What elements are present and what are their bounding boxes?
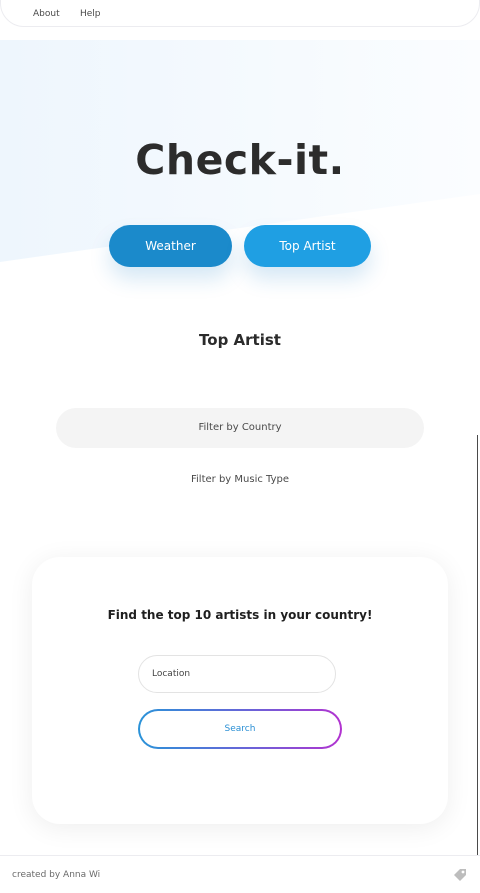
location-input[interactable]	[138, 655, 336, 693]
page-title: Check-it.	[135, 136, 345, 184]
card-heading: Find the top 10 artists in your country!	[107, 608, 373, 622]
top-artist-button[interactable]: Top Artist	[244, 225, 371, 267]
search-button-border[interactable]: Search	[138, 709, 342, 749]
search-card: Find the top 10 artists in your country!…	[32, 557, 448, 824]
nav-link-about[interactable]: About	[33, 9, 60, 19]
filter-by-country-tab[interactable]: Filter by Country	[56, 408, 424, 448]
search-button[interactable]: Search	[140, 711, 340, 747]
tag-icon[interactable]	[452, 867, 468, 883]
footer: created by Anna Wi	[0, 855, 480, 893]
page: About Help Check-it. Weather Top Artist …	[0, 0, 480, 893]
nav-link-help[interactable]: Help	[80, 9, 101, 19]
filter-by-music-type-tab[interactable]: Filter by Music Type	[56, 460, 424, 500]
scrollbar[interactable]	[477, 435, 478, 855]
top-navigation: About Help	[0, 0, 480, 27]
weather-button[interactable]: Weather	[109, 225, 232, 267]
section-title: Top Artist	[199, 331, 281, 349]
footer-credit: created by Anna Wi	[12, 870, 101, 880]
